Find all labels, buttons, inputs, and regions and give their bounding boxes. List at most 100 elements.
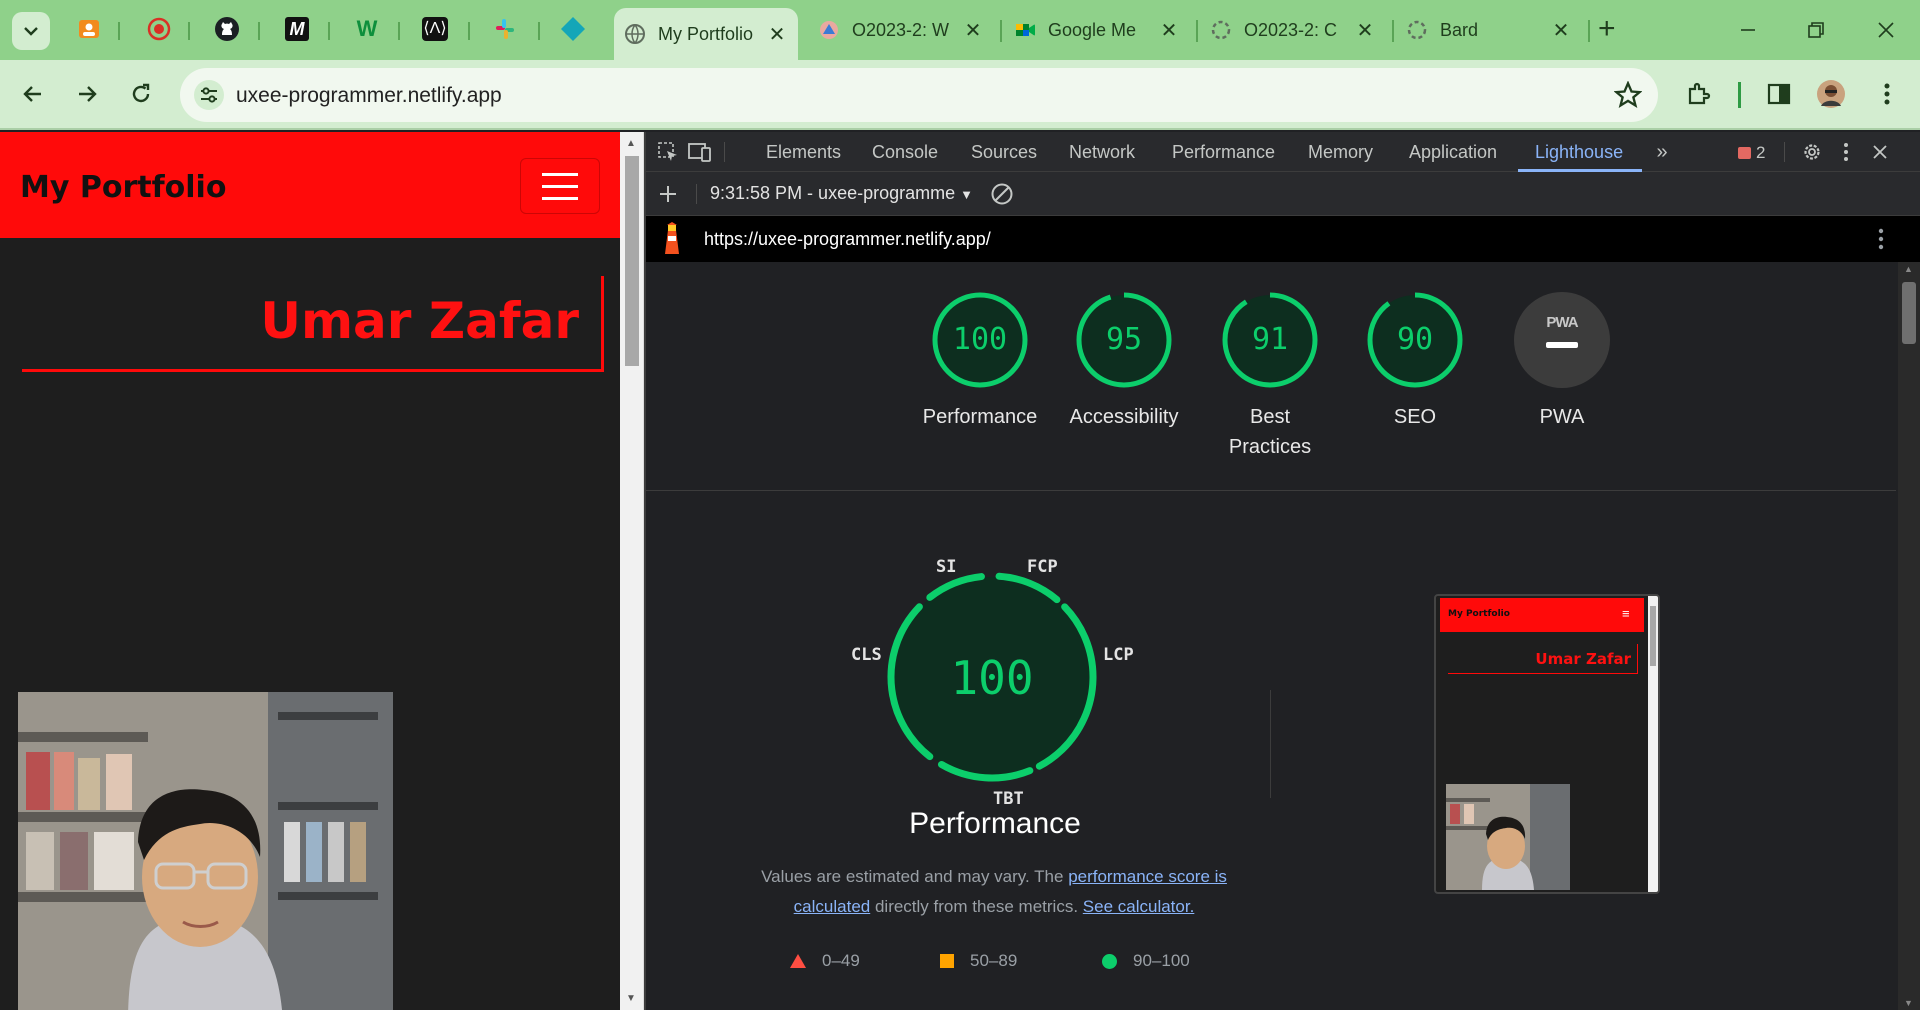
devtools-tab-console[interactable]: Console [872, 142, 938, 163]
final-screenshot-thumbnail[interactable]: My Portfolio ≡ Umar Zafar [1434, 594, 1660, 894]
error-count-badge[interactable]: 2 [1738, 143, 1765, 163]
more-tabs-icon[interactable]: » [1650, 140, 1674, 164]
pinned-tab-m[interactable]: M [282, 14, 312, 44]
gauge-score: 100 [952, 322, 1008, 357]
close-devtools-icon[interactable] [1868, 140, 1892, 164]
devtools-tab-memory[interactable]: Memory [1308, 142, 1373, 163]
pinned-tab-w[interactable]: W [352, 14, 382, 44]
gauge-pwa[interactable]: PWA PWA [1492, 290, 1632, 432]
avatar [1817, 80, 1845, 108]
minimize-button[interactable] [1726, 12, 1770, 48]
restore-button[interactable] [1794, 12, 1838, 48]
report-selector[interactable]: 9:31:58 PM - uxee-programme ▼ [710, 183, 973, 204]
close-icon[interactable]: ✕ [1550, 18, 1572, 43]
back-button[interactable] [16, 77, 50, 111]
legend-item-average: 50–89 [940, 951, 1017, 971]
metrics-divider [1270, 690, 1271, 798]
gauge-best-practices[interactable]: 91 Best Practices [1200, 290, 1340, 462]
hamburger-menu-button[interactable] [520, 158, 600, 214]
chevron-down-icon [24, 27, 38, 36]
devtools-menu-icon[interactable] [1834, 140, 1858, 164]
close-window-button[interactable] [1864, 12, 1908, 48]
report-scrollbar[interactable]: ▲ ▼ [1898, 262, 1920, 1010]
globe-icon [625, 24, 645, 44]
devtools-tab-sources[interactable]: Sources [971, 142, 1037, 163]
tab-bard[interactable]: Bard ✕ [1396, 8, 1582, 52]
thumb-photo [1446, 784, 1570, 890]
close-icon[interactable]: ✕ [1158, 18, 1180, 43]
devtools-tab-lighthouse[interactable]: Lighthouse [1535, 142, 1623, 163]
site-logo[interactable]: My Portfolio [20, 170, 226, 205]
devtools-tab-performance[interactable]: Performance [1172, 142, 1275, 163]
close-icon[interactable]: ✕ [962, 18, 984, 43]
diamond-icon [561, 17, 585, 41]
metric-label-cls: CLS [851, 645, 882, 665]
page-scrollbar[interactable]: ▲ ▼ [620, 132, 644, 1010]
hero-name-frame: Umar Zafar [22, 276, 604, 372]
close-icon[interactable]: ✕ [1354, 18, 1376, 43]
arrow-right-icon [79, 86, 97, 102]
square-icon [940, 954, 954, 968]
scroll-up-icon[interactable]: ▲ [626, 138, 636, 149]
gauge-seo[interactable]: 90 SEO [1345, 290, 1485, 432]
pinned-tab-slack[interactable] [490, 14, 520, 44]
gauge-performance[interactable]: 100 Performance [910, 290, 1050, 432]
performance-title: Performance [909, 807, 1081, 840]
tab-my-portfolio[interactable]: My Portfolio ✕ [614, 8, 798, 60]
pinned-tab-diamond[interactable] [558, 14, 588, 44]
metric-label-fcp: FCP [1027, 557, 1058, 577]
extensions-button[interactable] [1682, 77, 1716, 111]
performance-score-large: 100 [950, 651, 1033, 705]
forward-button[interactable] [70, 77, 104, 111]
profile-button[interactable] [1814, 77, 1848, 111]
report-menu-icon[interactable] [1878, 228, 1884, 250]
puzzle-icon [1688, 82, 1711, 105]
tab-o2023-w[interactable]: O2023-2: W ✕ [808, 8, 994, 52]
devtools-tab-elements[interactable]: Elements [766, 142, 841, 163]
page-scroll-thumb[interactable] [625, 156, 639, 366]
metric-label-tbt: TBT [993, 789, 1024, 809]
gauge-accessibility[interactable]: 95 Accessibility [1054, 290, 1194, 432]
settings-gear-icon[interactable] [1800, 140, 1824, 164]
address-bar[interactable]: uxee-programmer.netlify.app [180, 68, 1658, 122]
tab-search-button[interactable] [12, 12, 50, 50]
devtools-tab-network[interactable]: Network [1069, 142, 1135, 163]
pwa-badge-text: PWA [1546, 314, 1578, 331]
scroll-down-icon[interactable]: ▼ [626, 993, 636, 1004]
close-icon[interactable]: ✕ [766, 22, 788, 47]
device-toolbar-icon[interactable] [688, 140, 712, 164]
scroll-up-icon[interactable]: ▲ [1904, 264, 1913, 274]
gauge-label: Best Practices [1228, 406, 1312, 458]
chrome-menu-button[interactable] [1870, 77, 1904, 111]
tab-google-meet[interactable]: Google Me ✕ [1004, 8, 1190, 52]
gauge-score: 90 [1396, 322, 1434, 357]
error-icon [1738, 147, 1751, 159]
pinned-tab-github[interactable] [212, 14, 242, 44]
devtools-tab-application[interactable]: Application [1409, 142, 1497, 163]
menu-line [542, 196, 578, 200]
menu-line [542, 172, 578, 176]
new-tab-button[interactable]: + [1598, 14, 1616, 44]
clear-all-icon[interactable] [990, 182, 1014, 206]
star-icon[interactable] [1614, 81, 1642, 109]
pinned-tab-aws[interactable]: ⟨Λ⟩ [420, 14, 450, 44]
report-url[interactable]: https://uxee-programmer.netlify.app/ [704, 229, 991, 250]
reload-button[interactable] [124, 77, 158, 111]
side-panel-button[interactable] [1762, 77, 1796, 111]
scroll-down-icon[interactable]: ▼ [1904, 998, 1913, 1008]
gauge-label: Accessibility [1069, 406, 1179, 428]
gauge-score: 95 [1105, 322, 1143, 357]
inspect-element-icon[interactable] [656, 140, 680, 164]
tab-o2023-c[interactable]: O2023-2: C ✕ [1200, 8, 1386, 52]
site-info-button[interactable] [194, 80, 224, 110]
url-text[interactable]: uxee-programmer.netlify.app [236, 84, 502, 108]
metric-label-lcp: LCP [1103, 645, 1134, 665]
new-report-icon[interactable] [656, 182, 680, 206]
gauge-label: PWA [1539, 406, 1585, 428]
see-calculator-link[interactable]: See calculator. [1083, 897, 1195, 916]
performance-gauge-large[interactable]: 100 [887, 572, 1097, 782]
pinned-tab-contacts[interactable] [74, 14, 104, 44]
desc-text: Values are estimated and may vary. The [761, 867, 1069, 886]
report-scroll-thumb[interactable] [1902, 282, 1916, 344]
pinned-tab-record[interactable] [144, 14, 174, 44]
